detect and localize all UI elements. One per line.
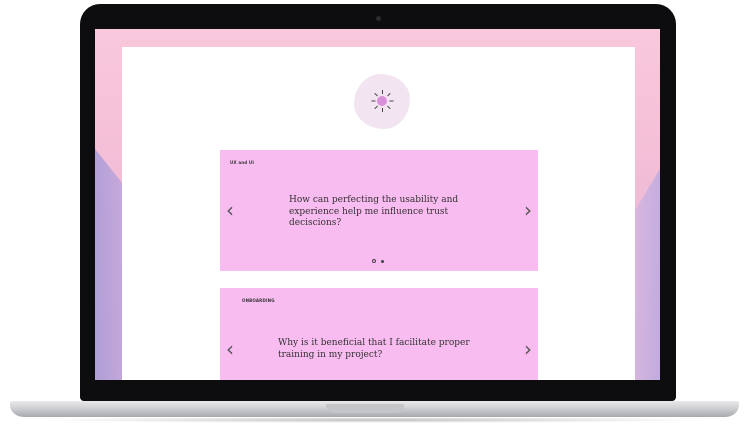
laptop-notch (326, 404, 404, 413)
sun-ray (381, 108, 383, 112)
pagination-dot-active[interactable] (372, 259, 376, 263)
camera-icon (376, 16, 381, 21)
laptop-shadow (40, 417, 709, 423)
card-question: Why is it beneficial that I facilitate p… (278, 338, 470, 360)
sun-ray (371, 100, 375, 102)
web-page: UX and UI ‹ How can perfecting the usabi… (122, 47, 635, 380)
sun-ray (386, 105, 391, 110)
hero-blob (354, 74, 410, 129)
sun-core (377, 96, 387, 106)
question-card: UX and UI ‹ How can perfecting the usabi… (220, 150, 538, 271)
chevron-right-icon[interactable]: › (524, 200, 532, 220)
pagination-dots (372, 259, 384, 263)
question-card: ONBOARDING ‹ Why is it beneficial that I… (220, 288, 538, 380)
sun-ray (373, 92, 378, 97)
card-category: ONBOARDING (242, 298, 275, 303)
sun-ray (389, 100, 393, 102)
pagination-dot[interactable] (381, 259, 384, 263)
laptop-screen: UX and UI ‹ How can perfecting the usabi… (95, 29, 660, 380)
sun-ray (373, 105, 378, 110)
sun-ray (386, 92, 391, 97)
card-question: How can perfecting the usability and exp… (289, 195, 459, 228)
chevron-left-icon[interactable]: ‹ (226, 339, 234, 359)
card-category: UX and UI (230, 160, 255, 165)
chevron-right-icon[interactable]: › (524, 339, 532, 359)
chevron-left-icon[interactable]: ‹ (226, 200, 234, 220)
sun-ray (381, 90, 383, 94)
